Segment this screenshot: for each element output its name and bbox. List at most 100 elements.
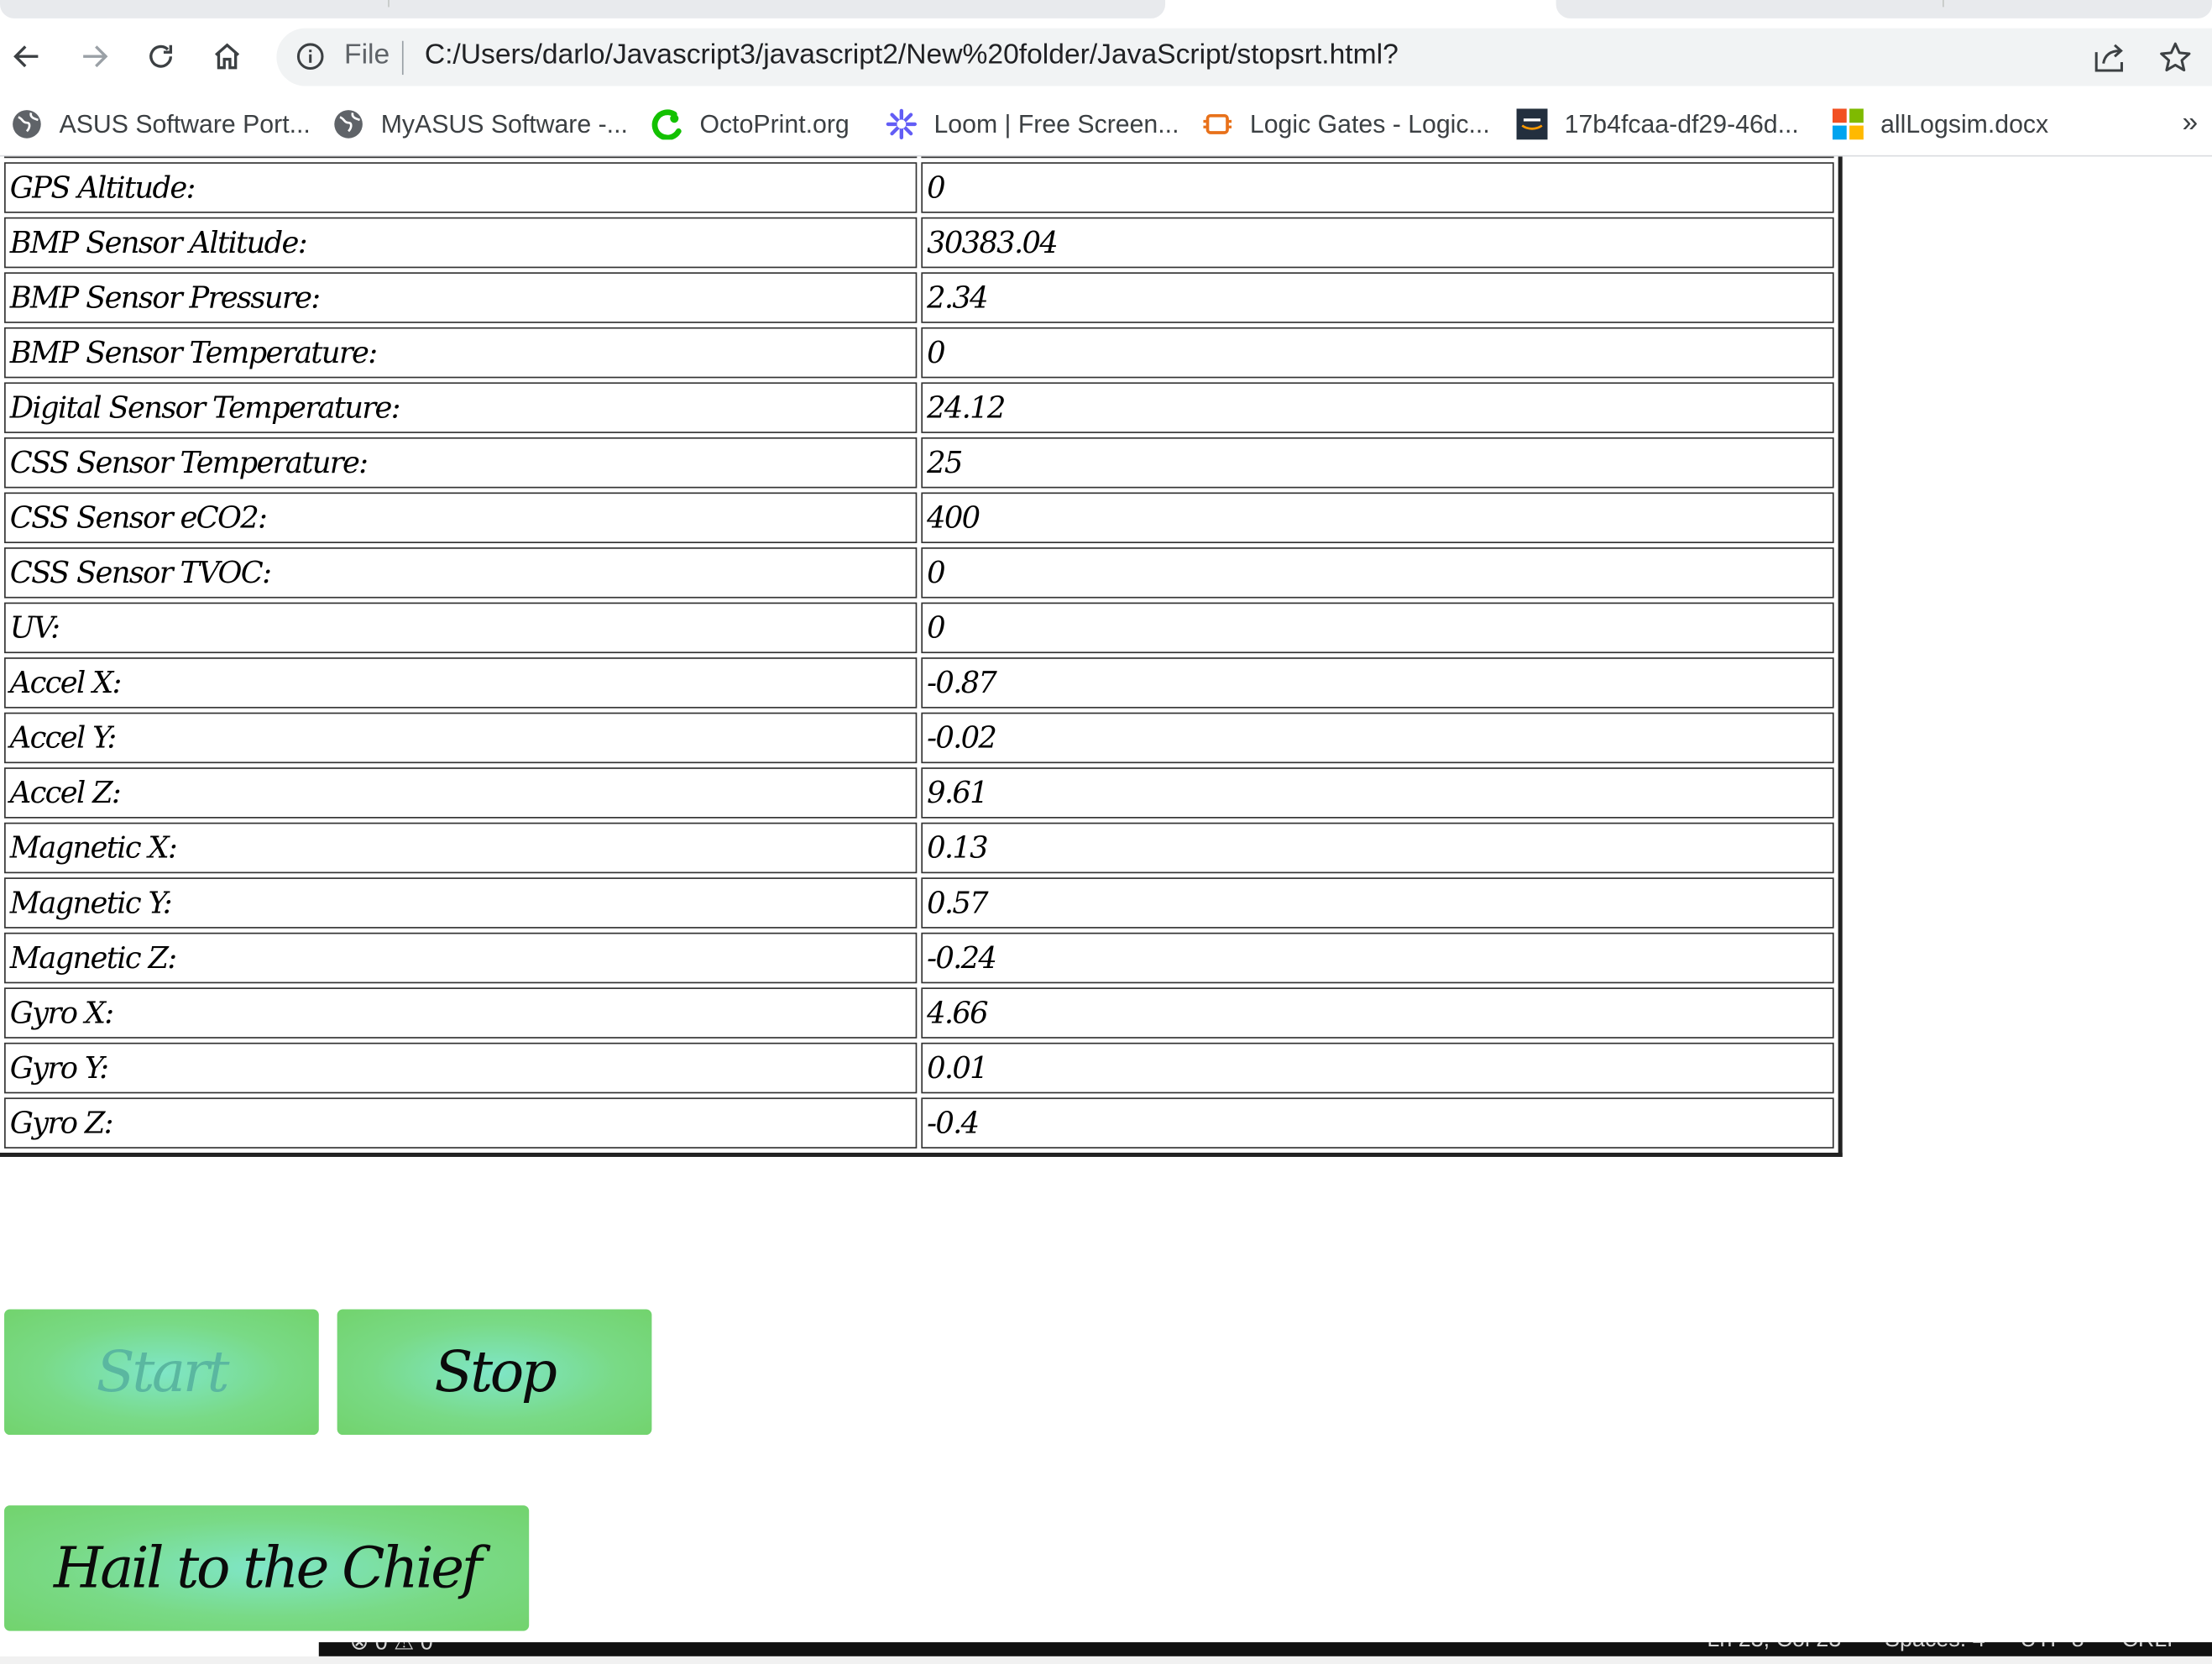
bookmark-label: 17b4fcaa-df29-46d... <box>1564 109 1799 138</box>
table-row: CSS Sensor Temperature: 25 <box>4 437 1834 489</box>
page-content: GPS Altitude: 0 BMP Sensor Altitude: 30383.… <box>0 156 2212 1664</box>
sensor-value: 9.61 <box>921 767 1834 819</box>
taskbar-edge <box>0 1656 2212 1664</box>
table-row: BMP Sensor Pressure: 2.34 <box>4 272 1834 323</box>
stop-button[interactable]: Stop <box>337 1309 652 1436</box>
sensor-label: Digital Sensor Temperature: <box>4 382 918 433</box>
sensor-label: Magnetic X: <box>4 822 918 874</box>
chip-icon <box>1203 113 1232 134</box>
arrow-right-icon <box>83 45 108 68</box>
tab-inactive[interactable] <box>0 0 1166 18</box>
table-row: Magnetic Z: -0.24 <box>4 932 1834 984</box>
table-row: Magnetic Y: 0.57 <box>4 877 1834 929</box>
tab-separator <box>388 0 390 8</box>
table-row-cut <box>4 156 1834 159</box>
table-row: Gyro Z: -0.4 <box>4 1097 1834 1149</box>
bookmark-item[interactable]: OctoPrint.org <box>651 107 850 141</box>
cursor-position[interactable]: Ln 23, Col 23 <box>1707 1642 1841 1653</box>
forward-button[interactable] <box>72 34 118 79</box>
globe-icon <box>13 110 41 139</box>
table-row: BMP Sensor Temperature: 0 <box>4 327 1834 379</box>
info-icon[interactable] <box>296 42 325 71</box>
bookmark-label: ASUS Software Port... <box>59 109 311 138</box>
url-text[interactable]: C:/Users/darlo/Javascript3/javascript2/N… <box>425 39 1399 72</box>
address-bar[interactable]: File C:/Users/darlo/Javascript3/javascri… <box>276 28 2212 86</box>
globe-icon <box>334 110 363 139</box>
sensor-value: -0.02 <box>921 712 1834 764</box>
arrow-left-icon <box>13 45 39 68</box>
table-row: GPS Altitude: 0 <box>4 162 1834 213</box>
bookmarks-overflow-button[interactable]: » <box>2183 107 2199 140</box>
octoprint-icon <box>651 109 682 140</box>
sensor-value: 0 <box>921 162 1834 213</box>
sensor-value: 0.01 <box>921 1042 1834 1094</box>
bookmark-item[interactable]: 17b4fcaa-df29-46d... <box>1516 107 1799 141</box>
table-row: CSS Sensor TVOC: 0 <box>4 547 1834 599</box>
table-row: BMP Sensor Altitude: 30383.04 <box>4 217 1834 269</box>
table-row: Accel Y: -0.02 <box>4 712 1834 764</box>
home-button[interactable] <box>205 34 250 79</box>
table-row: Gyro X: 4.66 <box>4 987 1834 1039</box>
tab-strip <box>0 0 2212 20</box>
sensor-value: 400 <box>921 492 1834 543</box>
sensor-value: -0.4 <box>921 1097 1834 1149</box>
sensor-label: GPS Altitude: <box>4 162 918 213</box>
sensor-label: Gyro Z: <box>4 1097 918 1149</box>
url-scheme-label: File <box>344 39 390 71</box>
sensor-value: -0.87 <box>921 657 1834 709</box>
sensor-label: UV: <box>4 602 918 654</box>
sensor-value: 25 <box>921 437 1834 489</box>
back-button[interactable] <box>4 34 50 79</box>
table-row: CSS Sensor eCO2: 400 <box>4 492 1834 543</box>
indent-setting[interactable]: Spaces: 4 <box>1885 1642 1985 1653</box>
table-row: Accel X: -0.87 <box>4 657 1834 709</box>
sensor-label: Magnetic Y: <box>4 877 918 929</box>
bookmark-item[interactable]: Loom | Free Screen... <box>886 107 1179 141</box>
sensor-value: 0 <box>921 602 1834 654</box>
table-row: Accel Z: 9.61 <box>4 767 1834 819</box>
windows-icon <box>1832 108 1864 140</box>
problems-count[interactable]: ⊗ 0 ⚠ 0 <box>350 1642 433 1656</box>
sensor-label: Gyro X: <box>4 987 918 1039</box>
tab-inactive[interactable] <box>1556 0 2212 18</box>
table-cell-value <box>921 156 1834 159</box>
sensor-value: 0.13 <box>921 822 1834 874</box>
bookmark-item[interactable]: MyASUS Software -... <box>333 107 628 141</box>
share-icon[interactable] <box>2090 39 2127 76</box>
sensor-label: BMP Sensor Temperature: <box>4 327 918 379</box>
sensor-label: Accel Z: <box>4 767 918 819</box>
bookmark-label: OctoPrint.org <box>699 109 850 138</box>
hail-to-the-chief-button[interactable]: Hail to the Chief <box>4 1505 530 1631</box>
sensor-label: Gyro Y: <box>4 1042 918 1094</box>
sensor-value: 0 <box>921 547 1834 599</box>
bookmark-item[interactable]: ASUS Software Port... <box>11 107 311 141</box>
sensor-value: 24.12 <box>921 382 1834 433</box>
sensor-table: GPS Altitude: 0 BMP Sensor Altitude: 30383.… <box>0 156 1843 1157</box>
bookmark-star-icon[interactable] <box>2157 39 2194 76</box>
bookmarks-bar: ASUS Software Port... MyASUS Software -.… <box>0 92 2212 157</box>
bookmark-item[interactable]: allLogsim.docx <box>1832 107 2048 141</box>
aws-icon <box>1516 108 1548 140</box>
table-row: Digital Sensor Temperature: 24.12 <box>4 382 1834 433</box>
screen: File C:/Users/darlo/Javascript3/javascri… <box>0 0 2212 1664</box>
omnibox-divider <box>401 40 404 76</box>
sensor-value: 30383.04 <box>921 217 1834 269</box>
bookmark-item[interactable]: Logic Gates - Logic... <box>1202 107 1490 141</box>
editor-status-bar: ⊗ 0 ⚠ 0 Ln 23, Col 23 Spaces: 4 UTF-8 CR… <box>318 1642 2212 1656</box>
sensor-value: 0.57 <box>921 877 1834 929</box>
sensor-label: CSS Sensor TVOC: <box>4 547 918 599</box>
encoding-setting[interactable]: UTF-8 <box>2020 1642 2084 1653</box>
sensor-value: -0.24 <box>921 932 1834 984</box>
sensor-label: BMP Sensor Altitude: <box>4 217 918 269</box>
reload-icon <box>149 44 173 68</box>
bookmark-label: Logic Gates - Logic... <box>1249 109 1490 138</box>
sensor-table-body: GPS Altitude: 0 BMP Sensor Altitude: 30383.… <box>4 156 1834 1149</box>
eol-setting[interactable]: CRLF <box>2121 1642 2180 1653</box>
reload-button[interactable] <box>139 34 184 79</box>
sensor-label: Accel X: <box>4 657 918 709</box>
tab-separator <box>1943 0 1944 8</box>
bookmark-label: MyASUS Software -... <box>380 109 628 138</box>
start-button[interactable]: Start <box>4 1309 319 1436</box>
sensor-label: Magnetic Z: <box>4 932 918 984</box>
sensor-value: 2.34 <box>921 272 1834 323</box>
